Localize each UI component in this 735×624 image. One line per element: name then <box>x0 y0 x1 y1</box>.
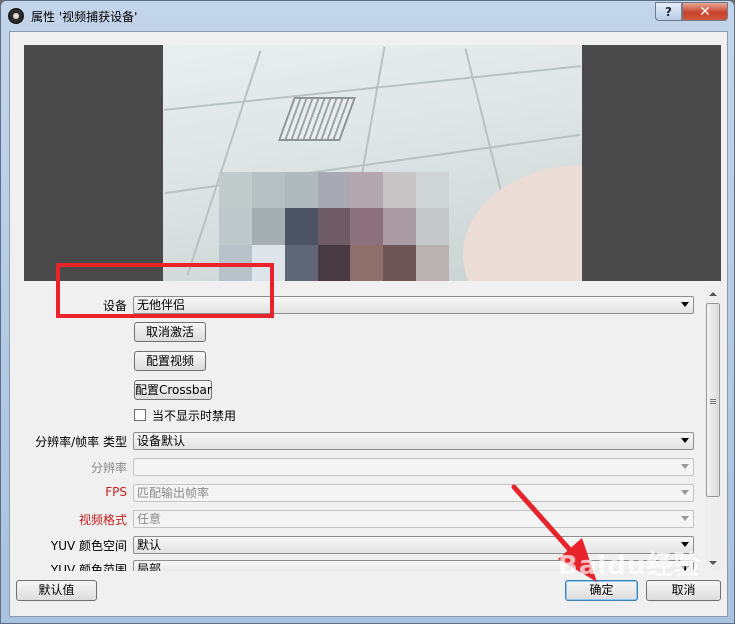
configure-crossbar-button[interactable]: 配置Crossbar <box>134 380 212 400</box>
yuv-color-space-value: 默认 <box>137 538 162 552</box>
camera-frame <box>163 45 582 281</box>
resolution-select[interactable] <box>133 458 694 476</box>
configure-video-button[interactable]: 配置视频 <box>134 351 206 371</box>
yuv-color-space-label: YUV 颜色空间 <box>50 539 127 553</box>
ok-button[interactable]: 确定 <box>565 580 638 601</box>
fps-label: FPS <box>105 485 127 499</box>
chevron-down-icon <box>681 516 689 521</box>
fps-value: 匹配输出帧率 <box>137 486 210 500</box>
resolution-type-value: 设备默认 <box>137 434 186 448</box>
disable-when-hidden-label: 当不显示时禁用 <box>152 409 237 423</box>
properties-scrollbar[interactable] <box>705 287 721 570</box>
video-format-select[interactable]: 任意 <box>133 510 694 528</box>
resolution-type-select[interactable]: 设备默认 <box>133 432 694 450</box>
chevron-down-icon <box>681 464 689 469</box>
fps-select[interactable]: 匹配输出帧率 <box>133 484 694 502</box>
video-format-value: 任意 <box>137 512 162 526</box>
window-title: 属性 '视频捕获设备' <box>31 10 138 24</box>
watermark: Baidu经验 <box>558 551 701 581</box>
title-bar[interactable]: 属性 '视频捕获设备' ? ✕ <box>1 1 734 31</box>
defaults-button[interactable]: 默认值 <box>16 580 97 601</box>
deactivate-button[interactable]: 取消激活 <box>134 322 206 342</box>
resolution-label: 分辨率 <box>90 461 127 475</box>
annotation-highlight-box <box>56 263 274 318</box>
chevron-down-icon <box>681 490 689 495</box>
yuv-color-range-label: YUV 颜色范围 <box>50 563 127 571</box>
video-format-label: 视频格式 <box>78 513 127 527</box>
yuv-color-range-value: 局部 <box>137 562 162 571</box>
disable-when-hidden-checkbox[interactable] <box>134 409 146 421</box>
scroll-down-icon[interactable] <box>709 561 717 565</box>
finger-blur <box>463 165 582 281</box>
video-preview <box>24 45 721 281</box>
dialog-body: 设备 无他伴侣 取消激活 配置视频 配置Crossbar 当不显示时禁用 分辨率… <box>9 31 728 617</box>
cancel-button[interactable]: 取消 <box>646 580 721 601</box>
chevron-down-icon <box>681 302 689 307</box>
properties-window: 属性 '视频捕获设备' ? ✕ 设备 无他伴侣 取消激活 配置视频 配置Cros… <box>0 0 735 624</box>
scrollbar-thumb[interactable] <box>706 303 720 497</box>
scroll-up-icon[interactable] <box>709 292 717 296</box>
resolution-type-label: 分辨率/帧率 类型 <box>35 435 127 449</box>
ceiling-vent <box>277 97 357 141</box>
grip-icon <box>710 399 716 400</box>
chevron-down-icon <box>681 438 689 443</box>
obs-logo-icon <box>8 8 24 24</box>
close-button[interactable]: ✕ <box>682 2 728 21</box>
help-button[interactable]: ? <box>655 2 682 21</box>
